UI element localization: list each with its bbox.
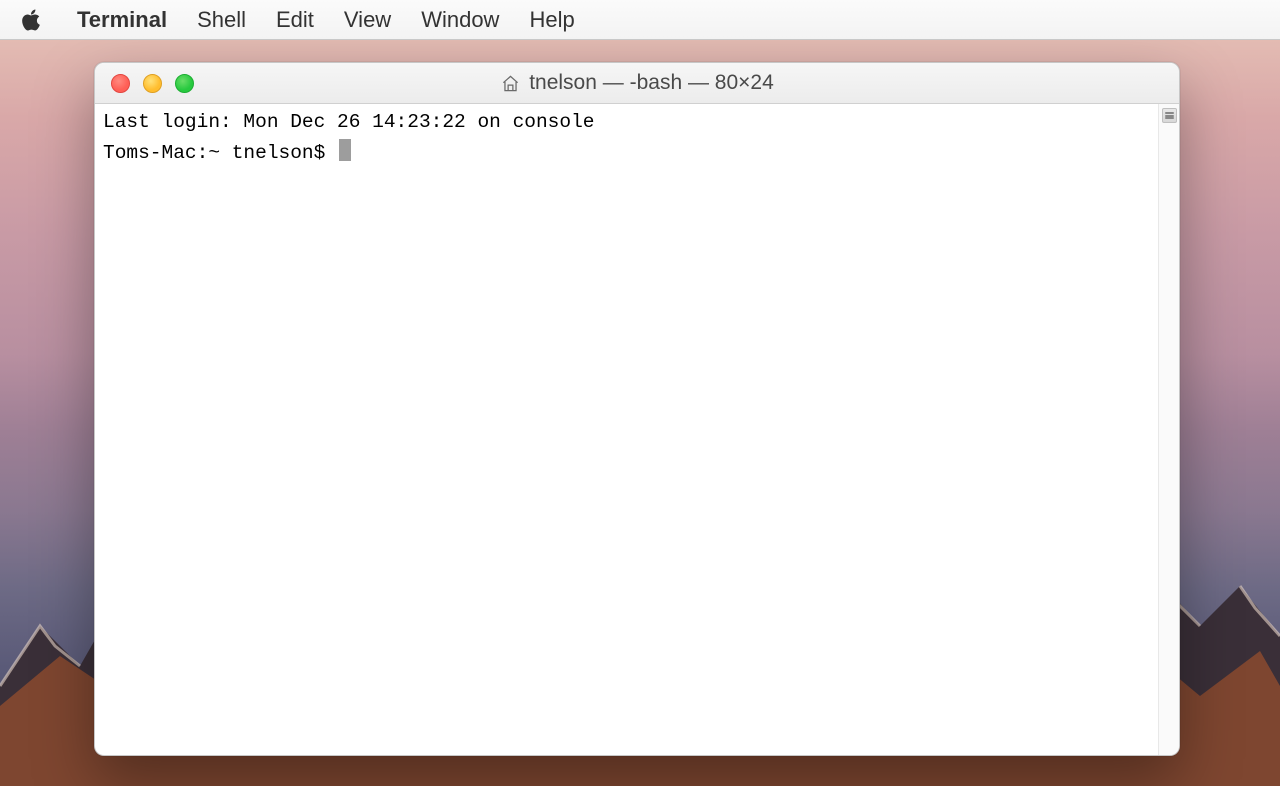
- scroll-indicator-icon[interactable]: [1162, 108, 1177, 123]
- menu-help[interactable]: Help: [514, 0, 589, 40]
- terminal-prompt-line: Toms-Mac:~ tnelson$: [103, 136, 1150, 167]
- terminal-window: tnelson — -bash — 80×24 Last login: Mon …: [94, 62, 1180, 756]
- menu-window[interactable]: Window: [406, 0, 514, 40]
- maximize-button[interactable]: [175, 74, 194, 93]
- scrollbar[interactable]: [1158, 104, 1179, 755]
- window-title-text: tnelson — -bash — 80×24: [529, 71, 774, 95]
- menu-view[interactable]: View: [329, 0, 406, 40]
- terminal-prompt: Toms-Mac:~ tnelson$: [103, 141, 337, 167]
- window-title: tnelson — -bash — 80×24: [95, 71, 1179, 95]
- cursor-icon: [339, 139, 351, 161]
- terminal-body: Last login: Mon Dec 26 14:23:22 on conso…: [95, 104, 1179, 755]
- home-icon: [500, 73, 521, 94]
- terminal-output-line: Last login: Mon Dec 26 14:23:22 on conso…: [103, 110, 1150, 136]
- minimize-button[interactable]: [143, 74, 162, 93]
- window-title-bar[interactable]: tnelson — -bash — 80×24: [95, 63, 1179, 104]
- menu-app-name[interactable]: Terminal: [62, 0, 182, 40]
- terminal-content[interactable]: Last login: Mon Dec 26 14:23:22 on conso…: [95, 104, 1158, 755]
- menu-shell[interactable]: Shell: [182, 0, 261, 40]
- apple-logo-icon[interactable]: [20, 7, 42, 33]
- traffic-lights: [95, 74, 194, 93]
- menu-edit[interactable]: Edit: [261, 0, 329, 40]
- menu-bar: Terminal Shell Edit View Window Help: [0, 0, 1280, 40]
- close-button[interactable]: [111, 74, 130, 93]
